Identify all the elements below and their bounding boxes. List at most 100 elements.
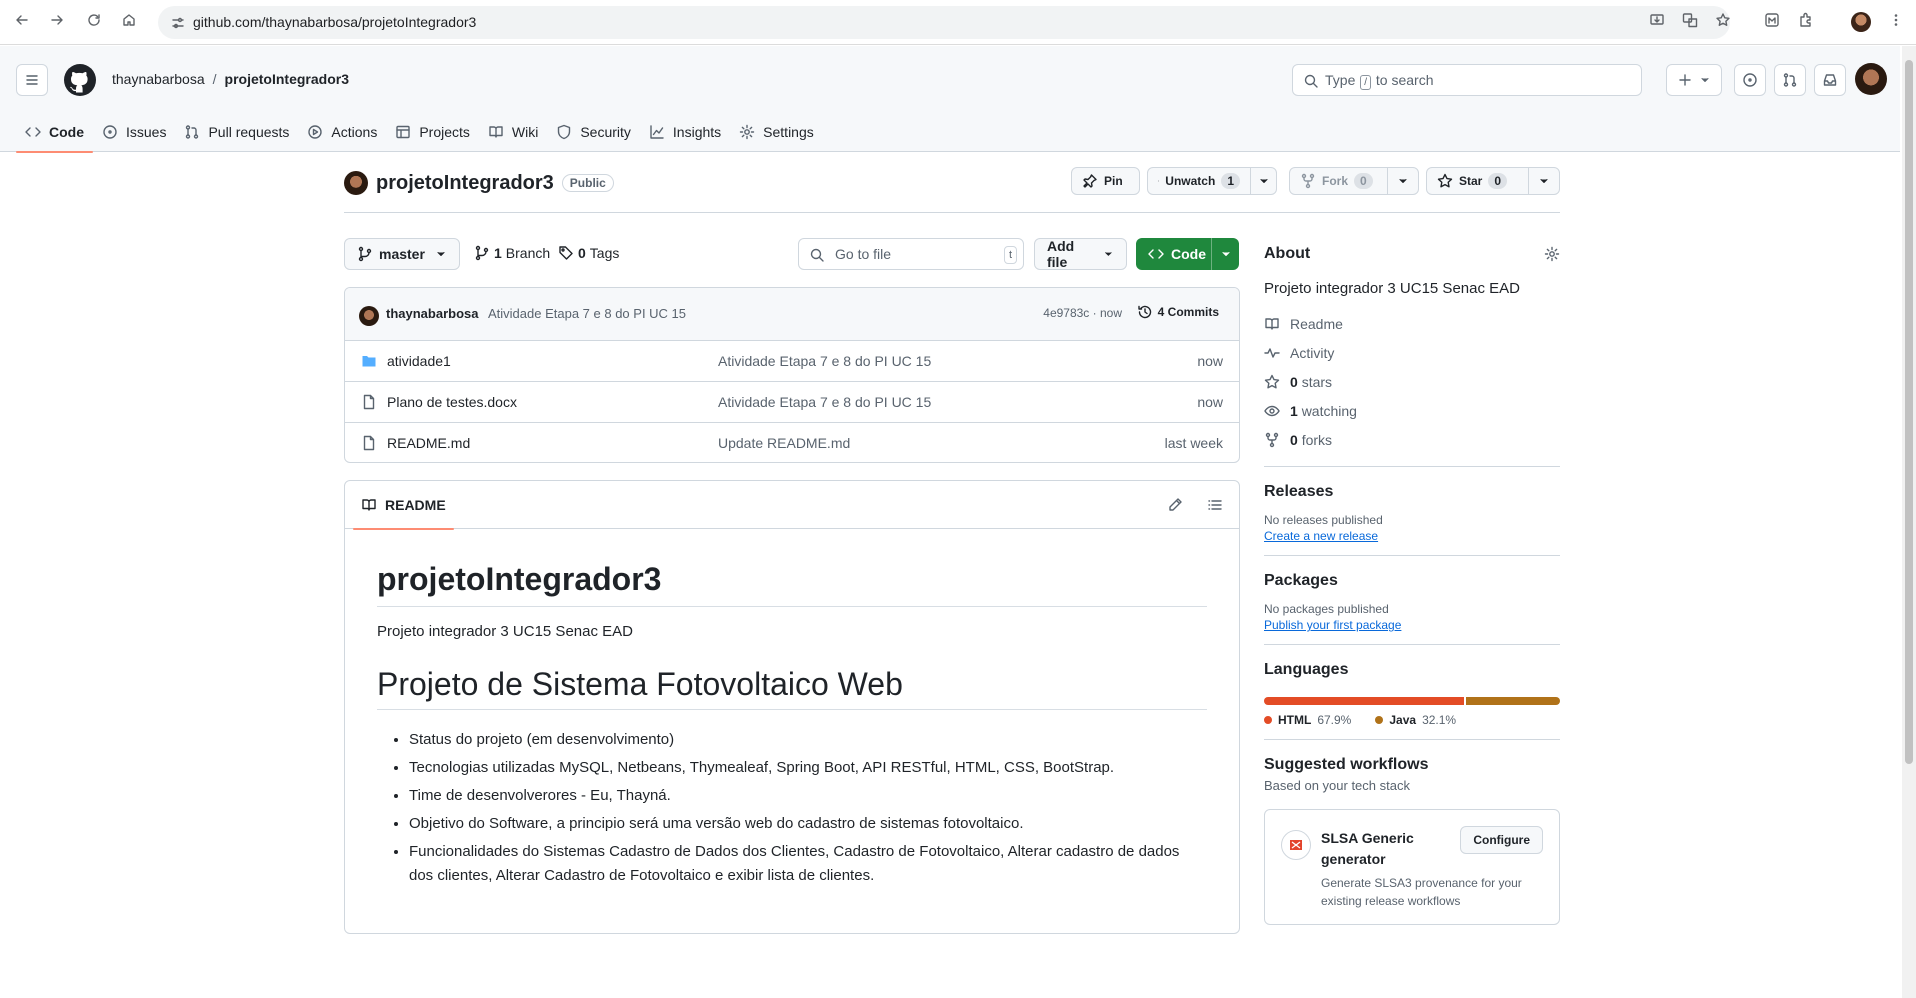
github-logo-icon[interactable]	[64, 64, 96, 96]
file-table: thaynabarbosa Atividade Etapa 7 e 8 do P…	[344, 287, 1240, 463]
scrollbar[interactable]	[1902, 46, 1916, 998]
language-html[interactable]: HTML 67.9%	[1264, 713, 1351, 727]
commits-link[interactable]: 4 Commits	[1137, 304, 1219, 320]
tab-label: Code	[49, 124, 84, 140]
star-button[interactable]: Star 0	[1426, 167, 1560, 195]
user-avatar[interactable]	[1855, 63, 1887, 95]
menu-button[interactable]	[16, 64, 48, 96]
history-icon	[1137, 305, 1151, 319]
tab-code[interactable]: Code	[16, 112, 93, 153]
search-input[interactable]: Type / to search	[1292, 64, 1642, 96]
repo-tabs: Code Issues Pull requests Actions Projec…	[16, 112, 823, 153]
tab-security[interactable]: Security	[547, 112, 640, 152]
forward-icon[interactable]	[49, 12, 65, 28]
tab-wiki[interactable]: Wiki	[479, 112, 547, 152]
tab-settings[interactable]: Settings	[730, 112, 823, 152]
code-dropdown[interactable]	[1211, 238, 1239, 270]
table-row[interactable]: README.md Update README.md last week	[345, 422, 1239, 462]
repo-link[interactable]: projetoIntegrador3	[225, 71, 349, 87]
tab-pull-requests[interactable]: Pull requests	[175, 112, 298, 152]
file-commit-message[interactable]: Atividade Etapa 7 e 8 do PI UC 15	[718, 353, 931, 369]
forks-link[interactable]: 0 forks	[1264, 425, 1560, 454]
commit-message[interactable]: Atividade Etapa 7 e 8 do PI UC 15	[488, 306, 686, 321]
tags-link[interactable]: 0 Tags	[558, 245, 619, 261]
extensions-icon[interactable]	[1798, 12, 1814, 28]
commit-sha[interactable]: 4e9783c · now	[1043, 306, 1122, 320]
file-name[interactable]: README.md	[387, 435, 470, 451]
language-java[interactable]: Java 32.1%	[1375, 713, 1456, 727]
issues-button[interactable]	[1734, 64, 1766, 96]
back-icon[interactable]	[14, 12, 30, 28]
pencil-icon[interactable]	[1167, 497, 1183, 513]
code-button[interactable]: Code	[1136, 238, 1239, 270]
tab-projects[interactable]: Projects	[386, 112, 479, 152]
browser-profile-avatar[interactable]	[1851, 12, 1871, 32]
tab-insights[interactable]: Insights	[640, 112, 730, 152]
create-new-button[interactable]	[1666, 64, 1722, 96]
star-dropdown[interactable]	[1528, 168, 1559, 194]
commit-author[interactable]: thaynabarbosa	[386, 306, 478, 321]
pull-requests-button[interactable]	[1774, 64, 1806, 96]
table-row[interactable]: Plano de testes.docx Atividade Etapa 7 e…	[345, 381, 1239, 422]
file-time: now	[1197, 353, 1223, 369]
watching-label: watching	[1301, 402, 1357, 419]
fork-dropdown[interactable]	[1387, 168, 1418, 194]
releases-title[interactable]: Releases	[1264, 483, 1560, 501]
readme-link[interactable]: Readme	[1264, 309, 1560, 338]
watching-link[interactable]: 1 watching	[1264, 396, 1560, 425]
list-item: Objetivo do Software, a principio será u…	[409, 812, 1207, 836]
branches-link[interactable]: 1 Branch	[474, 245, 550, 261]
file-name[interactable]: Plano de testes.docx	[387, 394, 517, 410]
watch-dropdown[interactable]	[1250, 168, 1277, 194]
stars-link[interactable]: 0 stars	[1264, 367, 1560, 396]
file-name[interactable]: atividade1	[387, 353, 451, 369]
address-bar[interactable]: github.com/thaynabarbosa/projetoIntegrad…	[158, 6, 1730, 39]
tab-label: Pull requests	[208, 124, 290, 140]
install-app-icon[interactable]	[1649, 12, 1665, 28]
fork-button[interactable]: Fork 0	[1289, 167, 1419, 195]
search-placeholder: Type / to search	[1325, 72, 1434, 90]
workflow-description: Generate SLSA3 provenance for your exist…	[1321, 876, 1522, 908]
owner-link[interactable]: thaynabarbosa	[112, 71, 205, 87]
tab-readme[interactable]: README	[353, 481, 454, 530]
outline-list-icon[interactable]	[1207, 497, 1223, 513]
pin-button[interactable]: Pin	[1071, 167, 1140, 195]
list-item: Status do projeto (em desenvolvimento)	[409, 728, 1207, 752]
table-row[interactable]: atividade1 Atividade Etapa 7 e 8 do PI U…	[345, 340, 1239, 381]
reload-icon[interactable]	[86, 12, 102, 28]
file-commit-message[interactable]: Atividade Etapa 7 e 8 do PI UC 15	[718, 394, 931, 410]
repo-name[interactable]: projetoIntegrador3	[376, 172, 554, 195]
gear-icon[interactable]	[1544, 246, 1560, 262]
home-icon[interactable]	[121, 12, 137, 28]
packages-title[interactable]: Packages	[1264, 572, 1560, 590]
create-release-link[interactable]: Create a new release	[1264, 529, 1560, 543]
issue-icon	[103, 125, 117, 139]
bookmark-star-icon[interactable]	[1715, 12, 1731, 28]
commit-author-avatar[interactable]	[359, 306, 379, 326]
repo-owner-avatar[interactable]	[344, 171, 368, 195]
activity-link[interactable]: Activity	[1264, 338, 1560, 367]
tab-actions[interactable]: Actions	[298, 112, 386, 152]
go-to-file-shortcut: t	[1003, 246, 1017, 264]
search-suffix: to search	[1375, 72, 1434, 88]
eye-icon	[1264, 405, 1280, 416]
publish-package-link[interactable]: Publish your first package	[1264, 618, 1560, 632]
browser-menu-icon[interactable]	[1888, 12, 1904, 28]
tab-issues[interactable]: Issues	[93, 112, 175, 152]
branch-select-button[interactable]: master	[344, 238, 460, 270]
site-info-icon[interactable]	[170, 15, 186, 31]
add-file-button[interactable]: Add file	[1034, 238, 1127, 270]
watch-button[interactable]: Unwatch 1	[1147, 167, 1277, 195]
languages-title: Languages	[1264, 661, 1349, 678]
language-percent: 67.9%	[1317, 713, 1352, 727]
inbox-button[interactable]	[1814, 64, 1846, 96]
extension-m-icon[interactable]	[1764, 12, 1780, 28]
packages-empty: No packages published	[1264, 602, 1389, 616]
configure-button[interactable]: Configure	[1460, 826, 1543, 854]
go-to-file-input[interactable]: Go to file t	[798, 238, 1024, 270]
scrollbar-thumb[interactable]	[1905, 60, 1913, 764]
pin-label: Pin	[1104, 174, 1123, 188]
translate-icon[interactable]	[1682, 12, 1698, 28]
breadcrumb-separator: /	[212, 71, 217, 87]
file-commit-message[interactable]: Update README.md	[718, 435, 850, 451]
